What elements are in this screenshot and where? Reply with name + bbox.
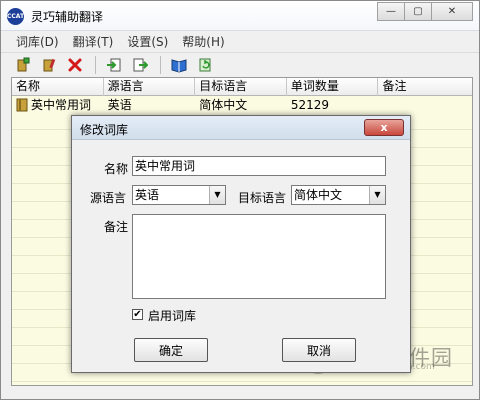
ok-button[interactable]: 确定	[134, 338, 208, 362]
add-dictionary-button[interactable]	[13, 55, 33, 75]
cancel-button[interactable]: 取消	[282, 338, 356, 362]
book-button[interactable]	[169, 55, 189, 75]
chevron-down-icon: ▼	[209, 186, 225, 204]
table-row[interactable]: 英中常用词 英语 简体中文 52129	[12, 96, 472, 114]
book-icon	[171, 58, 187, 73]
row-name: 英中常用词	[31, 98, 92, 112]
row-word-count: 52129	[290, 98, 330, 112]
close-button[interactable]: ✕	[431, 2, 473, 21]
note-textarea[interactable]	[132, 214, 386, 299]
menu-help[interactable]: 帮助(H)	[175, 31, 231, 52]
title-bar[interactable]: CCAT 灵巧辅助翻译 — ▢ ✕	[1, 1, 479, 31]
delete-icon	[68, 58, 82, 71]
list-header: 名称 源语言 目标语言 单词数量 备注	[12, 78, 472, 96]
column-word-count[interactable]: 单词数量	[287, 78, 379, 96]
delete-button[interactable]	[65, 55, 85, 75]
add-dictionary-icon	[17, 57, 30, 71]
dialog-close-button[interactable]: x	[364, 119, 404, 136]
toolbar-separator	[95, 55, 96, 74]
refresh-button[interactable]	[195, 55, 215, 75]
target-language-value: 简体中文	[294, 188, 343, 202]
export-icon	[133, 58, 148, 71]
menu-dictionary[interactable]: 词库(D)	[9, 31, 66, 52]
minimize-button[interactable]: —	[377, 2, 405, 21]
maximize-button[interactable]: ▢	[404, 2, 432, 21]
name-input[interactable]: 英中常用词	[132, 156, 386, 176]
enable-dictionary-checkbox[interactable]: ✔	[132, 309, 143, 320]
window-title: 灵巧辅助翻译	[31, 10, 104, 24]
edit-dictionary-button[interactable]	[39, 55, 59, 75]
dialog-title: 修改词库	[80, 123, 129, 137]
edit-dictionary-icon	[43, 58, 56, 71]
menu-bar: 词库(D) 翻译(T) 设置(S) 帮助(H)	[1, 31, 479, 51]
refresh-icon	[199, 58, 211, 71]
dictionary-icon	[16, 98, 28, 112]
name-label: 名称	[104, 162, 129, 176]
column-name[interactable]: 名称	[12, 78, 104, 96]
import-icon	[107, 58, 121, 71]
row-target-language: 简体中文	[199, 98, 248, 112]
row-source-language: 英语	[107, 98, 132, 112]
source-language-label: 源语言	[90, 191, 127, 205]
target-language-label: 目标语言	[238, 191, 287, 205]
export-button[interactable]	[130, 55, 150, 75]
caption-buttons: — ▢ ✕	[377, 2, 473, 21]
target-language-select[interactable]: 简体中文 ▼	[291, 185, 386, 205]
dialog-title-bar[interactable]: 修改词库 x	[72, 116, 410, 140]
note-label: 备注	[104, 220, 129, 234]
column-note[interactable]: 备注	[378, 78, 472, 96]
main-window: CCAT 灵巧辅助翻译 — ▢ ✕ 词库(D) 翻译(T) 设置(S) 帮助(H…	[0, 0, 480, 400]
row-name-cell: 英中常用词	[12, 96, 104, 114]
menu-settings[interactable]: 设置(S)	[120, 31, 175, 52]
source-language-value: 英语	[135, 188, 160, 202]
app-logo-icon: CCAT	[7, 8, 24, 25]
edit-dictionary-dialog: 修改词库 x 名称 英中常用词 源语言 英语 ▼ 目标语言 简体中文 ▼ 备注 …	[71, 115, 411, 373]
row-note	[378, 96, 472, 114]
column-source-language[interactable]: 源语言	[104, 78, 196, 96]
import-button[interactable]	[104, 55, 124, 75]
source-language-select[interactable]: 英语 ▼	[132, 185, 226, 205]
toolbar-separator	[160, 55, 161, 74]
chevron-down-icon: ▼	[369, 186, 385, 204]
menu-translate[interactable]: 翻译(T)	[66, 31, 121, 52]
toolbar	[1, 52, 479, 76]
column-target-language[interactable]: 目标语言	[195, 78, 287, 96]
enable-dictionary-label: 启用词库	[148, 309, 197, 323]
